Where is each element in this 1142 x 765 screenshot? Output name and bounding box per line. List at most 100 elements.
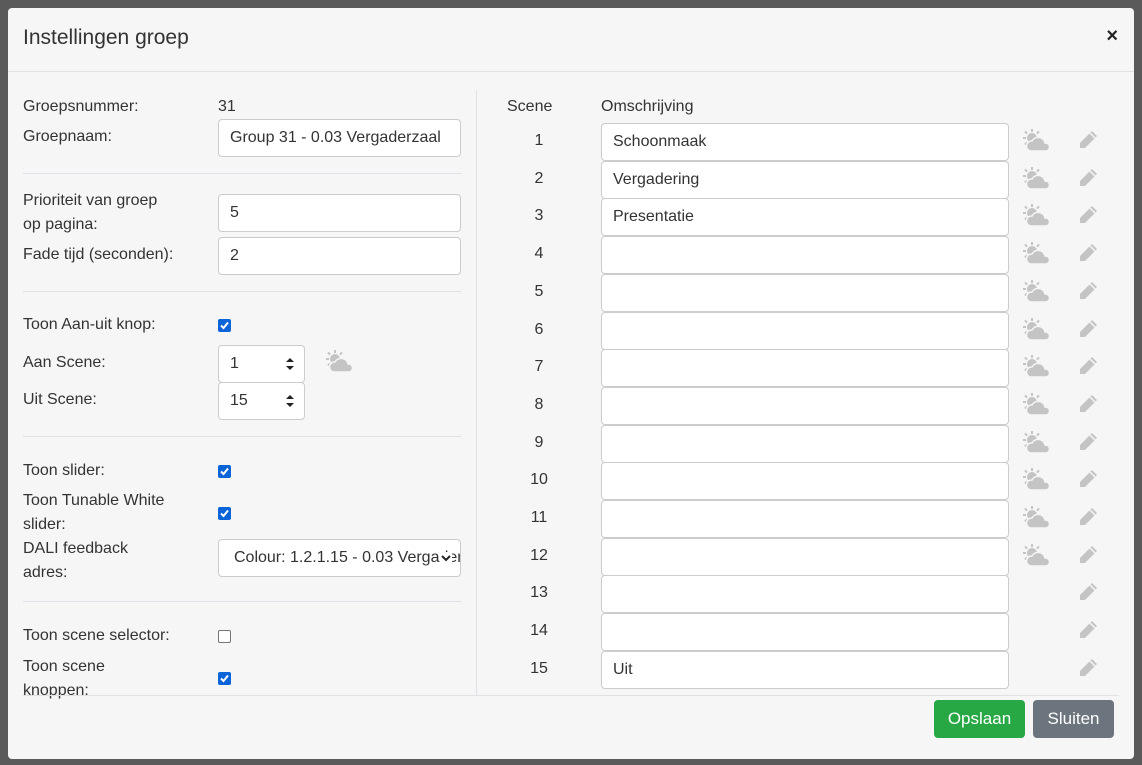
scene-description-input[interactable] bbox=[601, 386, 1009, 425]
scene-number: 4 bbox=[534, 245, 544, 263]
scene-description-input[interactable] bbox=[601, 349, 1009, 388]
on-scene-select[interactable]: 1 bbox=[218, 345, 305, 383]
scene-number: 2 bbox=[534, 169, 544, 187]
scene-description-input[interactable]: Schoonmaak bbox=[601, 123, 1009, 161]
pencil-icon[interactable] bbox=[1077, 204, 1099, 226]
chevron-down-icon bbox=[440, 552, 452, 564]
fade-time-label: Fade tijd (seconden): bbox=[23, 246, 174, 263]
select-arrows-icon bbox=[286, 358, 294, 370]
pencil-icon[interactable] bbox=[1077, 242, 1099, 264]
pencil-icon[interactable] bbox=[1077, 318, 1099, 340]
group-number-label: Groepsnummer: bbox=[23, 98, 139, 115]
close-button[interactable]: Sluiten bbox=[1033, 700, 1114, 738]
scene-buttons-label-cont: knoppen: bbox=[23, 682, 89, 699]
scene-number: 12 bbox=[530, 546, 548, 564]
divider bbox=[23, 436, 461, 437]
off-scene-select[interactable]: 15 bbox=[218, 382, 305, 420]
scene-number: 7 bbox=[534, 358, 544, 376]
dali-feedback-select[interactable]: Colour: 1.2.1.15 - 0.03 Vergaderzaal bbox=[218, 539, 461, 577]
off-scene-value: 15 bbox=[230, 392, 248, 409]
cloud-sun-icon[interactable] bbox=[1022, 543, 1052, 568]
cloud-sun-icon[interactable] bbox=[1022, 430, 1052, 455]
divider bbox=[23, 291, 461, 292]
column-divider bbox=[476, 90, 477, 695]
scene-number: 11 bbox=[530, 509, 548, 526]
show-slider-checkbox[interactable] bbox=[218, 465, 231, 478]
footer-divider bbox=[23, 695, 1119, 696]
tunable-white-label: Toon Tunable White bbox=[23, 492, 165, 509]
on-scene-value: 1 bbox=[230, 355, 239, 372]
divider bbox=[23, 173, 461, 174]
scene-buttons-label: Toon scene bbox=[23, 658, 105, 675]
cloud-sun-icon[interactable] bbox=[325, 350, 355, 374]
scene-description-input[interactable] bbox=[601, 537, 1009, 576]
scene-number: 1 bbox=[534, 132, 544, 149]
pencil-icon[interactable] bbox=[1077, 657, 1099, 679]
save-button[interactable]: Opslaan bbox=[934, 700, 1025, 738]
scene-description-input[interactable]: Uit bbox=[601, 650, 1009, 689]
group-settings-dialog: Instellingen groep × Groepsnummer: 31 Gr… bbox=[8, 8, 1134, 759]
scene-description-input[interactable] bbox=[601, 273, 1009, 312]
scene-description-input[interactable] bbox=[601, 236, 1009, 275]
group-number-value: 31 bbox=[218, 98, 236, 115]
description-column-header: Omschrijving bbox=[601, 98, 694, 115]
group-name-label: Groepnaam: bbox=[23, 128, 112, 145]
pencil-icon[interactable] bbox=[1077, 167, 1099, 189]
scene-selector-checkbox[interactable] bbox=[218, 630, 231, 643]
scene-description-input[interactable] bbox=[601, 575, 1009, 614]
cloud-sun-icon[interactable] bbox=[1022, 506, 1052, 530]
group-name-input[interactable]: Group 31 - 0.03 Vergaderzaal bbox=[218, 119, 461, 157]
scene-description-input[interactable] bbox=[601, 311, 1009, 350]
scene-number: 15 bbox=[530, 659, 548, 677]
select-arrows-icon bbox=[286, 395, 294, 407]
pencil-icon[interactable] bbox=[1077, 431, 1099, 453]
pencil-icon[interactable] bbox=[1077, 544, 1099, 566]
scene-number: 10 bbox=[530, 471, 548, 489]
scene-number: 6 bbox=[534, 320, 544, 338]
pencil-icon[interactable] bbox=[1077, 468, 1099, 490]
scene-description-input[interactable]: Vergadering bbox=[601, 160, 1009, 199]
scene-description-input[interactable] bbox=[601, 462, 1009, 501]
cloud-sun-icon[interactable] bbox=[1022, 392, 1052, 417]
scene-description-input[interactable] bbox=[601, 500, 1009, 538]
cloud-sun-icon[interactable] bbox=[1022, 129, 1052, 153]
show-onoff-checkbox[interactable] bbox=[218, 319, 231, 332]
group-settings-form: Groepsnummer: 31 Groepnaam: Group 31 - 0… bbox=[23, 72, 461, 699]
dialog-header: Instellingen groep × bbox=[8, 8, 1134, 72]
pencil-icon[interactable] bbox=[1077, 129, 1099, 151]
fade-time-input[interactable]: 2 bbox=[218, 237, 461, 275]
scene-buttons-checkbox[interactable] bbox=[218, 672, 231, 685]
scene-number: 8 bbox=[534, 395, 544, 413]
scene-description-input[interactable] bbox=[601, 424, 1009, 463]
pencil-icon[interactable] bbox=[1077, 355, 1099, 377]
scene-column-header: Scene bbox=[507, 98, 553, 115]
cloud-sun-icon[interactable] bbox=[1022, 242, 1052, 266]
scene-number: 13 bbox=[530, 584, 548, 602]
cloud-sun-icon[interactable] bbox=[1022, 468, 1052, 492]
priority-input[interactable]: 5 bbox=[218, 194, 461, 232]
scenes-table: Scene Omschrijving 1 Schoonmaak 2 Vergaderi… bbox=[478, 72, 1134, 695]
pencil-icon[interactable] bbox=[1077, 393, 1099, 415]
pencil-icon[interactable] bbox=[1077, 506, 1099, 528]
scene-description-input[interactable] bbox=[601, 613, 1009, 652]
pencil-icon[interactable] bbox=[1077, 581, 1099, 603]
scene-number: 14 bbox=[530, 622, 548, 640]
cloud-sun-icon[interactable] bbox=[1022, 166, 1052, 191]
off-scene-label: Uit Scene: bbox=[23, 391, 97, 408]
show-onoff-label: Toon Aan-uit knop: bbox=[23, 316, 156, 333]
scene-description-input[interactable]: Presentatie bbox=[601, 198, 1009, 237]
cloud-sun-icon[interactable] bbox=[1022, 355, 1052, 379]
pencil-icon[interactable] bbox=[1077, 619, 1099, 641]
close-icon[interactable]: × bbox=[1106, 26, 1118, 46]
dali-feedback-label: DALI feedback bbox=[23, 540, 128, 557]
tunable-white-checkbox[interactable] bbox=[218, 507, 231, 520]
dali-feedback-label-cont: adres: bbox=[23, 564, 68, 581]
scene-number: 5 bbox=[534, 282, 544, 300]
cloud-sun-icon[interactable] bbox=[1022, 279, 1052, 304]
dialog-title: Instellingen groep bbox=[23, 26, 189, 49]
cloud-sun-icon[interactable] bbox=[1022, 204, 1052, 228]
scene-number: 3 bbox=[534, 207, 544, 225]
on-scene-label: Aan Scene: bbox=[23, 354, 106, 371]
pencil-icon[interactable] bbox=[1077, 280, 1099, 302]
cloud-sun-icon[interactable] bbox=[1022, 317, 1052, 342]
